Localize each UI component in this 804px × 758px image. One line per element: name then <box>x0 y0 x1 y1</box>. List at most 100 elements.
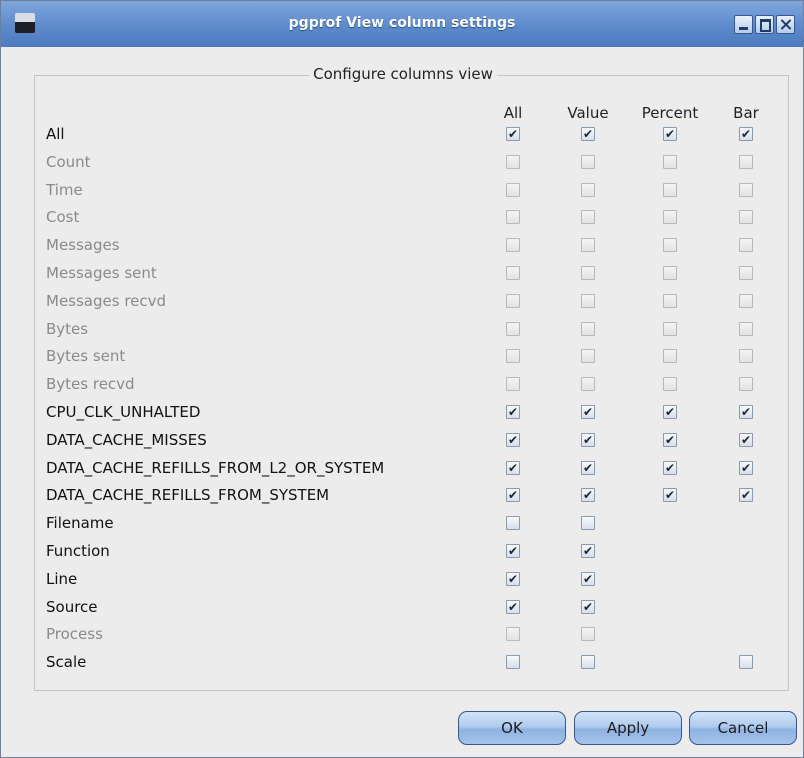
checkbox-data-cache-misses-all[interactable] <box>506 431 520 449</box>
checkbox-cost-percent <box>663 210 677 225</box>
row-label-function: Function <box>46 542 110 560</box>
checkbox-line-all[interactable] <box>506 570 520 588</box>
row-label-messages-sent: Messages sent <box>46 264 157 282</box>
window-title: pgprof View column settings <box>288 15 516 31</box>
row-label-filename: Filename <box>46 514 114 533</box>
row-label-source: Source <box>46 597 98 616</box>
checkbox-all-all[interactable] <box>506 125 520 143</box>
checkbox-messages-all <box>506 238 520 253</box>
dialog-window: pgprof View column settings Configure co… <box>0 0 804 758</box>
row-label-cpu-clk-unhalted: CPU_CLK_UNHALTED <box>46 403 201 421</box>
row-label-cost: Cost <box>46 208 80 227</box>
checkbox-data-cache-refills-from-system-all[interactable] <box>506 486 520 504</box>
checkbox-messages-sent-value <box>581 266 595 280</box>
checkbox-data-cache-refills-from-l2-or-system-percent[interactable] <box>663 459 677 477</box>
checkbox-messages-sent-bar <box>739 266 753 280</box>
checkbox-messages-bar <box>739 238 753 253</box>
row-label-all: All <box>46 125 65 143</box>
checkbox-time-bar <box>739 182 753 197</box>
checkbox-source-value[interactable] <box>581 598 595 616</box>
checkbox-all-percent[interactable] <box>663 125 677 143</box>
row-label-count: Count <box>46 152 91 171</box>
checkbox-all-bar[interactable] <box>739 125 753 143</box>
checkbox-data-cache-misses-value[interactable] <box>581 431 595 449</box>
checkbox-bytes-percent <box>663 321 677 336</box>
groupbox-title: Configure columns view <box>309 65 497 83</box>
checkbox-messages-sent-all <box>506 266 520 280</box>
checkbox-filename-all[interactable] <box>506 516 520 531</box>
checkbox-scale-value[interactable] <box>581 655 595 670</box>
checkbox-messages-recvd-percent <box>663 293 677 308</box>
row-label-data-cache-refills-from-system: DATA_CACHE_REFILLS_FROM_SYSTEM <box>46 486 330 505</box>
apply-button[interactable]: Apply <box>574 711 682 745</box>
column-header-bar: Bar <box>733 104 759 122</box>
checkbox-data-cache-refills-from-l2-or-system-bar[interactable] <box>739 459 753 477</box>
checkbox-bytes-recvd-all <box>506 377 520 392</box>
checkbox-data-cache-misses-bar[interactable] <box>739 431 753 449</box>
row-label-data-cache-refills-from-l2-or-system: DATA_CACHE_REFILLS_FROM_L2_OR_SYSTEM <box>46 458 385 477</box>
checkbox-cost-all <box>506 210 520 225</box>
checkbox-bytes-all <box>506 321 520 336</box>
checkbox-bytes-recvd-value <box>581 377 595 392</box>
checkbox-bytes-value <box>581 321 595 336</box>
row-label-bytes-sent: Bytes sent <box>46 347 126 366</box>
cancel-button[interactable]: Cancel <box>689 711 797 745</box>
checkbox-data-cache-refills-from-system-value[interactable] <box>581 486 595 504</box>
checkbox-cpu-clk-unhalted-bar[interactable] <box>739 403 753 421</box>
checkbox-bytes-sent-bar <box>739 349 753 364</box>
checkbox-all-value[interactable] <box>581 125 595 143</box>
row-label-time: Time <box>46 180 83 199</box>
maximize-icon[interactable] <box>755 15 774 34</box>
checkbox-time-value <box>581 182 595 197</box>
row-label-messages-recvd: Messages recvd <box>46 291 167 310</box>
row-label-data-cache-misses: DATA_CACHE_MISSES <box>46 430 207 449</box>
checkbox-count-bar <box>739 154 753 169</box>
checkbox-time-percent <box>663 182 677 197</box>
row-label-line: Line <box>46 569 78 588</box>
checkbox-messages-value <box>581 238 595 253</box>
row-label-process: Process <box>46 625 103 644</box>
checkbox-messages-percent <box>663 238 677 253</box>
row-label-messages: Messages <box>46 236 120 255</box>
close-icon[interactable] <box>776 15 795 34</box>
minimize-icon[interactable] <box>734 15 753 34</box>
checkbox-bytes-sent-all <box>506 349 520 364</box>
row-label-bytes: Bytes <box>46 319 89 338</box>
checkbox-data-cache-refills-from-system-percent[interactable] <box>663 486 677 504</box>
column-header-value: Value <box>567 104 609 122</box>
checkbox-data-cache-refills-from-l2-or-system-value[interactable] <box>581 459 595 477</box>
checkbox-messages-recvd-all <box>506 293 520 308</box>
checkbox-data-cache-refills-from-l2-or-system-all[interactable] <box>506 459 520 477</box>
checkbox-count-percent <box>663 154 677 169</box>
checkbox-bytes-recvd-percent <box>663 377 677 392</box>
checkbox-line-value[interactable] <box>581 570 595 588</box>
checkbox-data-cache-refills-from-system-bar[interactable] <box>739 486 753 504</box>
checkbox-bytes-bar <box>739 321 753 336</box>
ok-button[interactable]: OK <box>458 711 566 745</box>
checkbox-function-all[interactable] <box>506 542 520 560</box>
checkbox-bytes-sent-percent <box>663 349 677 364</box>
checkbox-messages-sent-percent <box>663 266 677 280</box>
checkbox-bytes-sent-value <box>581 349 595 364</box>
row-label-bytes-recvd: Bytes recvd <box>46 375 135 394</box>
checkbox-messages-recvd-bar <box>739 293 753 308</box>
checkbox-bytes-recvd-bar <box>739 377 753 392</box>
checkbox-cpu-clk-unhalted-value[interactable] <box>581 403 595 421</box>
checkbox-cpu-clk-unhalted-all[interactable] <box>506 403 520 421</box>
checkbox-cost-value <box>581 210 595 225</box>
checkbox-function-value[interactable] <box>581 542 595 560</box>
checkbox-process-all <box>506 627 520 642</box>
checkbox-scale-bar[interactable] <box>739 655 753 670</box>
checkbox-source-all[interactable] <box>506 598 520 616</box>
checkbox-messages-recvd-value <box>581 293 595 308</box>
checkbox-data-cache-misses-percent[interactable] <box>663 431 677 449</box>
checkbox-count-all <box>506 154 520 169</box>
checkbox-cost-bar <box>739 210 753 225</box>
checkbox-cpu-clk-unhalted-percent[interactable] <box>663 403 677 421</box>
title-bar[interactable]: pgprof View column settings <box>1 1 803 47</box>
checkbox-filename-value[interactable] <box>581 516 595 531</box>
row-label-scale: Scale <box>46 653 87 672</box>
checkbox-count-value <box>581 154 595 169</box>
checkbox-scale-all[interactable] <box>506 655 520 670</box>
checkbox-time-all <box>506 182 520 197</box>
